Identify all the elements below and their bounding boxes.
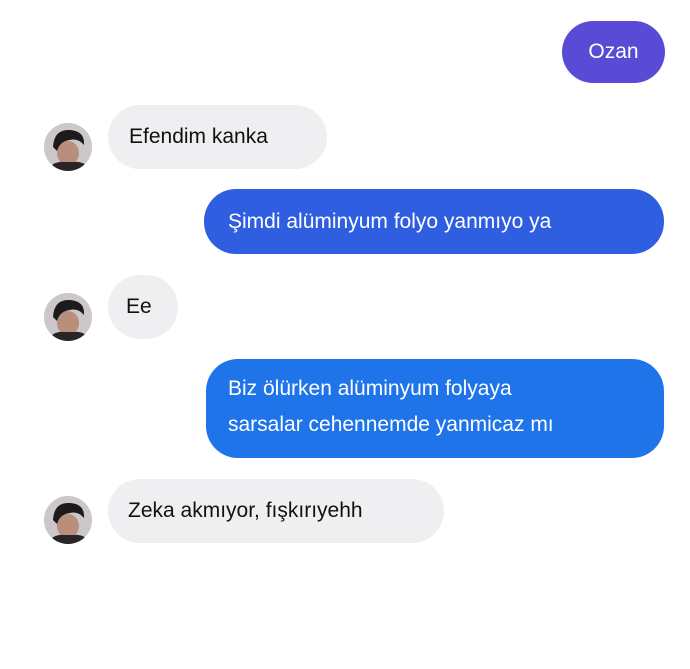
message-text-line: Biz ölürken alüminyum folyaya — [228, 377, 512, 400]
message-text: Ozan — [588, 40, 639, 63]
person-photo-icon — [44, 123, 92, 171]
incoming-message-bubble[interactable]: Efendim kanka — [108, 105, 327, 169]
message-text-line: sarsalar cehennemde yanmicaz mı — [228, 413, 554, 436]
outgoing-message-bubble[interactable]: Şimdi alüminyum folyo yanmıyo ya — [204, 189, 664, 254]
incoming-message-bubble[interactable]: Zeka akmıyor, fışkırıyehh — [108, 479, 444, 543]
incoming-message-bubble[interactable]: Ee — [108, 275, 178, 339]
person-photo-icon — [44, 293, 92, 341]
person-photo-icon — [44, 496, 92, 544]
message-text: Zeka akmıyor, fışkırıyehh — [128, 499, 363, 522]
message-text: Şimdi alüminyum folyo yanmıyo ya — [228, 210, 552, 233]
contact-avatar[interactable] — [44, 123, 92, 171]
outgoing-message-bubble[interactable]: Ozan — [562, 21, 665, 83]
outgoing-message-bubble[interactable]: Biz ölürken alüminyum folyaya sarsalar c… — [206, 359, 664, 458]
contact-avatar[interactable] — [44, 293, 92, 341]
message-text: Efendim kanka — [129, 125, 268, 148]
message-text: Ee — [126, 295, 152, 318]
contact-avatar[interactable] — [44, 496, 92, 544]
